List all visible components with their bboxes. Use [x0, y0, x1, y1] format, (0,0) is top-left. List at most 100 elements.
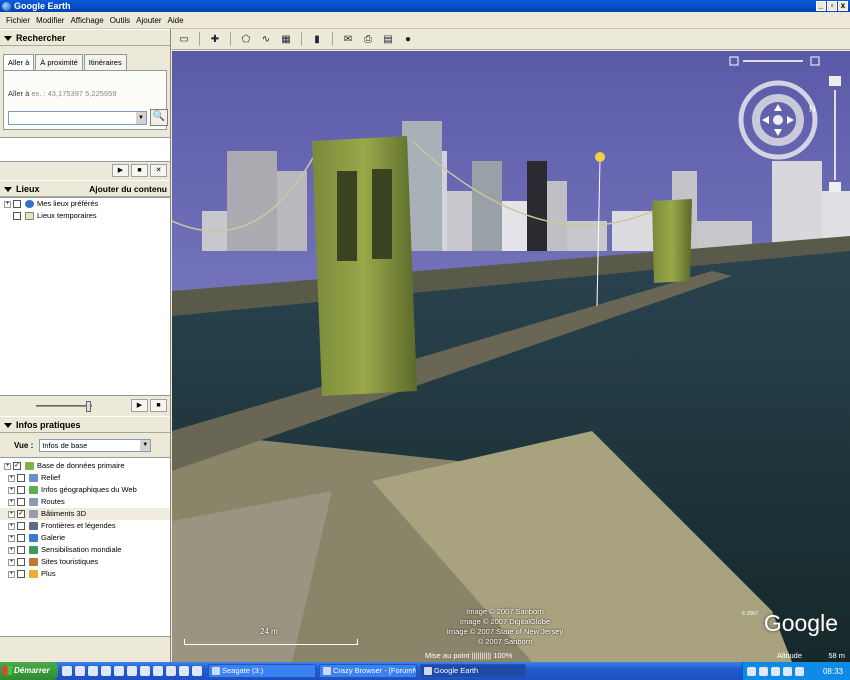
email-icon[interactable]: ✉	[341, 33, 355, 46]
polygon-icon[interactable]: ⬠	[239, 33, 253, 46]
places-panel-header[interactable]: Lieux Ajouter du contenu	[0, 180, 170, 197]
layer-item[interactable]: + Frontières et légendes	[0, 520, 170, 532]
menu-fichier[interactable]: Fichier	[3, 16, 33, 25]
tab-a-proximite[interactable]: À proximité	[35, 54, 83, 70]
search-results[interactable]	[0, 137, 170, 162]
expand-icon[interactable]: +	[8, 474, 15, 482]
tray-icon[interactable]	[795, 666, 804, 676]
tree-item-mes-lieux[interactable]: + Mes lieux préférés	[0, 198, 170, 210]
layer-item[interactable]: + Sensibilisation mondiale	[0, 544, 170, 556]
layer-icon	[29, 498, 38, 506]
expand-icon[interactable]: +	[8, 570, 15, 578]
search-panel-header[interactable]: Rechercher	[0, 29, 170, 46]
quick-launch-icon[interactable]	[88, 666, 98, 676]
quick-launch-icon[interactable]	[127, 666, 137, 676]
slider-thumb[interactable]	[86, 401, 91, 412]
layer-checkbox[interactable]	[17, 474, 25, 482]
layer-checkbox[interactable]	[17, 534, 25, 542]
add-content-link[interactable]: Ajouter du contenu	[89, 181, 167, 197]
layer-checkbox[interactable]	[17, 546, 25, 554]
expand-icon[interactable]: +	[8, 498, 15, 506]
start-button[interactable]: Démarrer	[0, 662, 58, 680]
layer-checkbox[interactable]	[17, 522, 25, 530]
checkbox[interactable]	[13, 212, 21, 220]
layer-item[interactable]: + Infos géographiques du Web	[0, 484, 170, 496]
quick-launch-icon[interactable]	[192, 666, 202, 676]
close-button[interactable]: x	[838, 1, 848, 11]
maps-icon[interactable]: ▤	[381, 33, 395, 46]
layer-item[interactable]: + Relief	[0, 472, 170, 484]
layer-checkbox[interactable]	[17, 558, 25, 566]
menu-modifier[interactable]: Modifier	[33, 16, 67, 25]
view-select[interactable]: Infos de base ▼	[39, 438, 152, 452]
layer-checkbox[interactable]: ✓	[17, 510, 25, 518]
tab-aller-a[interactable]: Aller à	[3, 54, 35, 70]
layer-item[interactable]: + Galerie	[0, 532, 170, 544]
search-button[interactable]: 🔍	[150, 109, 168, 126]
layer-item[interactable]: + Plus	[0, 568, 170, 580]
layer-checkbox[interactable]	[17, 498, 25, 506]
quick-launch-icon[interactable]	[62, 666, 72, 676]
quick-launch-icon[interactable]	[153, 666, 163, 676]
expand-icon[interactable]: +	[8, 486, 15, 494]
quick-launch-icon[interactable]	[140, 666, 150, 676]
menu-ajouter[interactable]: Ajouter	[133, 16, 164, 25]
expand-icon[interactable]: +	[4, 462, 11, 470]
layer-checkbox[interactable]	[17, 486, 25, 494]
quick-launch-icon[interactable]	[166, 666, 176, 676]
stop-button[interactable]: ■	[131, 164, 148, 177]
checkbox[interactable]	[13, 200, 21, 208]
dropdown-arrow-icon[interactable]: ▼	[136, 112, 146, 124]
quick-launch-icon[interactable]	[114, 666, 124, 676]
clear-button[interactable]: ✕	[150, 164, 167, 177]
navigation-control[interactable]: N	[738, 80, 818, 160]
play-tour-button[interactable]: ▶	[112, 164, 129, 177]
layer-checkbox[interactable]	[17, 570, 25, 578]
minimize-button[interactable]: _	[816, 1, 826, 11]
tab-itineraires[interactable]: Itinéraires	[83, 54, 127, 70]
tray-icon[interactable]	[783, 666, 792, 676]
menu-affichage[interactable]: Affichage	[67, 16, 106, 25]
tour-speed-slider[interactable]	[36, 401, 92, 412]
zoom-slider[interactable]	[828, 76, 842, 194]
play-tour-button[interactable]: ▶	[131, 399, 148, 412]
expand-icon[interactable]: +	[8, 546, 15, 554]
quick-launch-icon[interactable]	[75, 666, 85, 676]
tray-icon[interactable]	[759, 666, 768, 676]
expand-icon[interactable]: +	[8, 522, 15, 530]
tree-item-lieux-temporaires[interactable]: Lieux temporaires	[0, 210, 170, 222]
layers-panel-header[interactable]: Infos pratiques	[0, 416, 170, 433]
tray-icon[interactable]	[747, 666, 756, 676]
placemark-icon[interactable]: ✚	[208, 33, 222, 46]
sidebar-toggle-icon[interactable]: ▭	[177, 33, 191, 46]
print-icon[interactable]: ⎙	[361, 33, 375, 46]
stop-button[interactable]: ■	[150, 399, 167, 412]
dropdown-arrow-icon[interactable]: ▼	[140, 439, 151, 451]
task-google-earth[interactable]: Google Earth	[420, 664, 526, 678]
ruler-icon[interactable]: ▮	[310, 33, 324, 46]
expand-icon[interactable]: +	[8, 558, 15, 566]
path-icon[interactable]: ∿	[259, 33, 273, 46]
quick-launch-icon[interactable]	[179, 666, 189, 676]
expand-icon[interactable]: +	[8, 534, 15, 542]
layer-checkbox[interactable]: ✓	[13, 462, 21, 470]
map-3d-view[interactable]: N Image © 2007 Sanborn Image © 2007 Digi…	[172, 51, 850, 662]
sky-icon[interactable]: ●	[401, 33, 415, 46]
tray-icon[interactable]	[771, 666, 780, 676]
layer-item[interactable]: + ✓ Base de données primaire	[0, 460, 170, 472]
clock[interactable]: 08:33	[823, 667, 843, 676]
quick-launch-icon[interactable]	[101, 666, 111, 676]
layer-item[interactable]: + Sites touristiques	[0, 556, 170, 568]
task-crazy-browser[interactable]: Crazy Browser - [ForumN...	[319, 664, 417, 678]
expand-icon[interactable]: +	[4, 200, 11, 208]
menu-outils[interactable]: Outils	[107, 16, 133, 25]
maximize-button[interactable]: ▫	[827, 1, 837, 11]
expand-icon[interactable]: +	[8, 510, 15, 518]
task-seagate[interactable]: Seagate (3:)	[208, 664, 316, 678]
menu-aide[interactable]: Aide	[165, 16, 187, 25]
layer-icon	[29, 522, 38, 530]
layer-item[interactable]: + Routes	[0, 496, 170, 508]
layer-item[interactable]: + ✓ Bâtiments 3D	[0, 508, 170, 520]
goto-input[interactable]: ▼	[8, 111, 147, 125]
image-overlay-icon[interactable]: ▦	[279, 33, 293, 46]
